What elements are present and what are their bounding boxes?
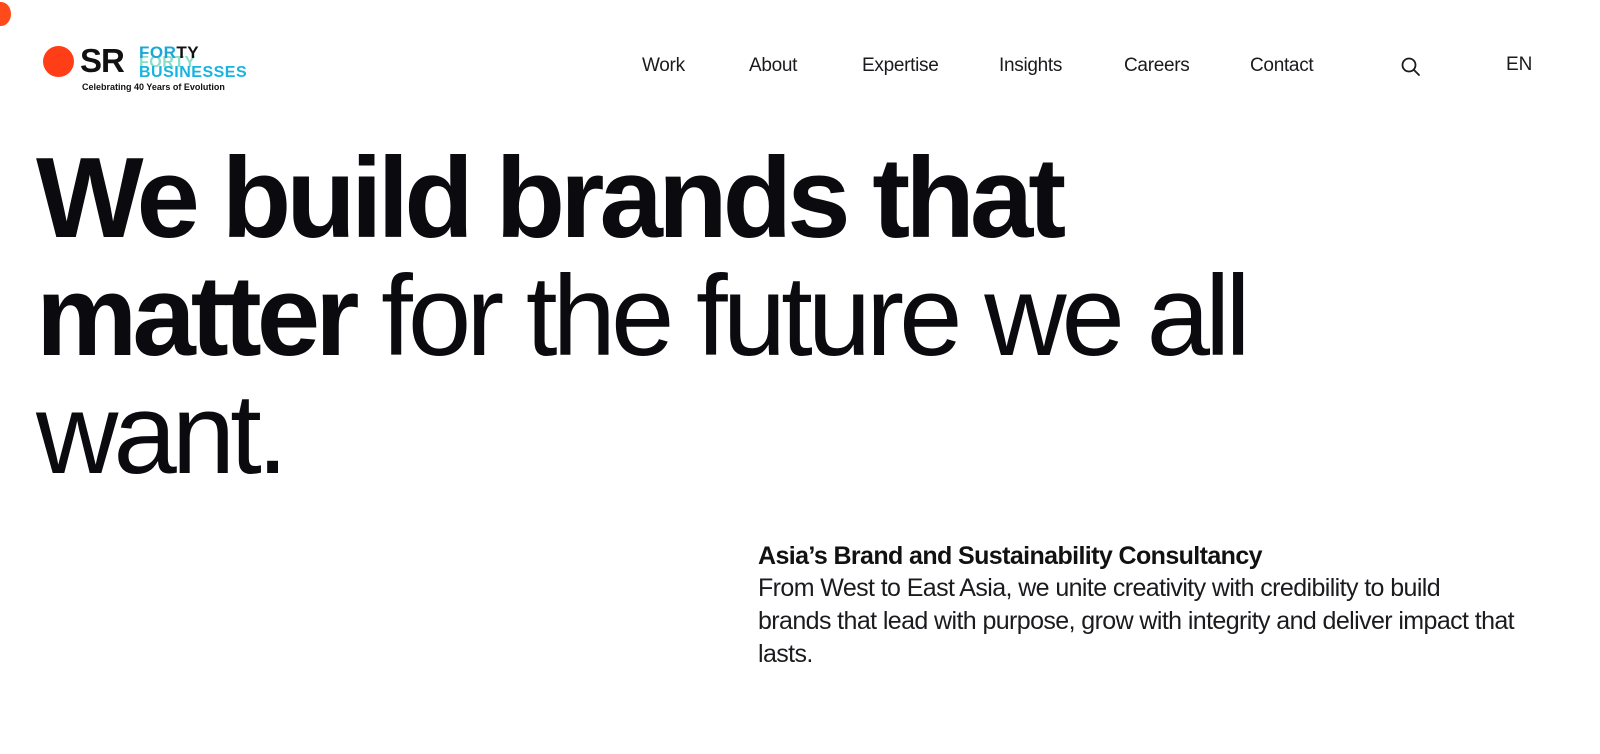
intro-title: Asia’s Brand and Sustainability Consulta… <box>758 542 1263 570</box>
nav-item-work[interactable]: Work <box>642 55 685 77</box>
site-logo[interactable]: SR FORTY FORTY BUSINESSES Celebrating 40… <box>43 42 273 96</box>
logo-dot <box>43 46 74 77</box>
intro-body: From West to East Asia, we unite creativ… <box>758 574 1515 668</box>
logo-mark: SR <box>80 42 125 79</box>
nav-item-insights[interactable]: Insights <box>999 55 1062 77</box>
logo-word-forty: FORTY <box>139 44 199 62</box>
logo-word-forty-dark: TY <box>176 43 200 62</box>
logo-word-businesses: BUSINESSES <box>139 65 248 77</box>
nav-item-contact[interactable]: Contact <box>1250 55 1314 77</box>
search-button[interactable] <box>1400 56 1422 78</box>
logo-word-forty-light: FOR <box>139 43 177 62</box>
nav-item-expertise[interactable]: Expertise <box>862 55 939 77</box>
language-switcher[interactable]: EN <box>1506 54 1532 76</box>
hero-headline: We build brands that matter for the futu… <box>36 140 1336 494</box>
corner-dot-decoration <box>0 2 11 26</box>
search-icon <box>1401 57 1420 76</box>
intro-section: Asia’s Brand and Sustainability Consulta… <box>758 540 1518 671</box>
nav-item-careers[interactable]: Careers <box>1124 55 1190 77</box>
nav-item-about[interactable]: About <box>749 55 797 77</box>
logo-tagline: Celebrating 40 Years of Evolution <box>82 82 225 92</box>
